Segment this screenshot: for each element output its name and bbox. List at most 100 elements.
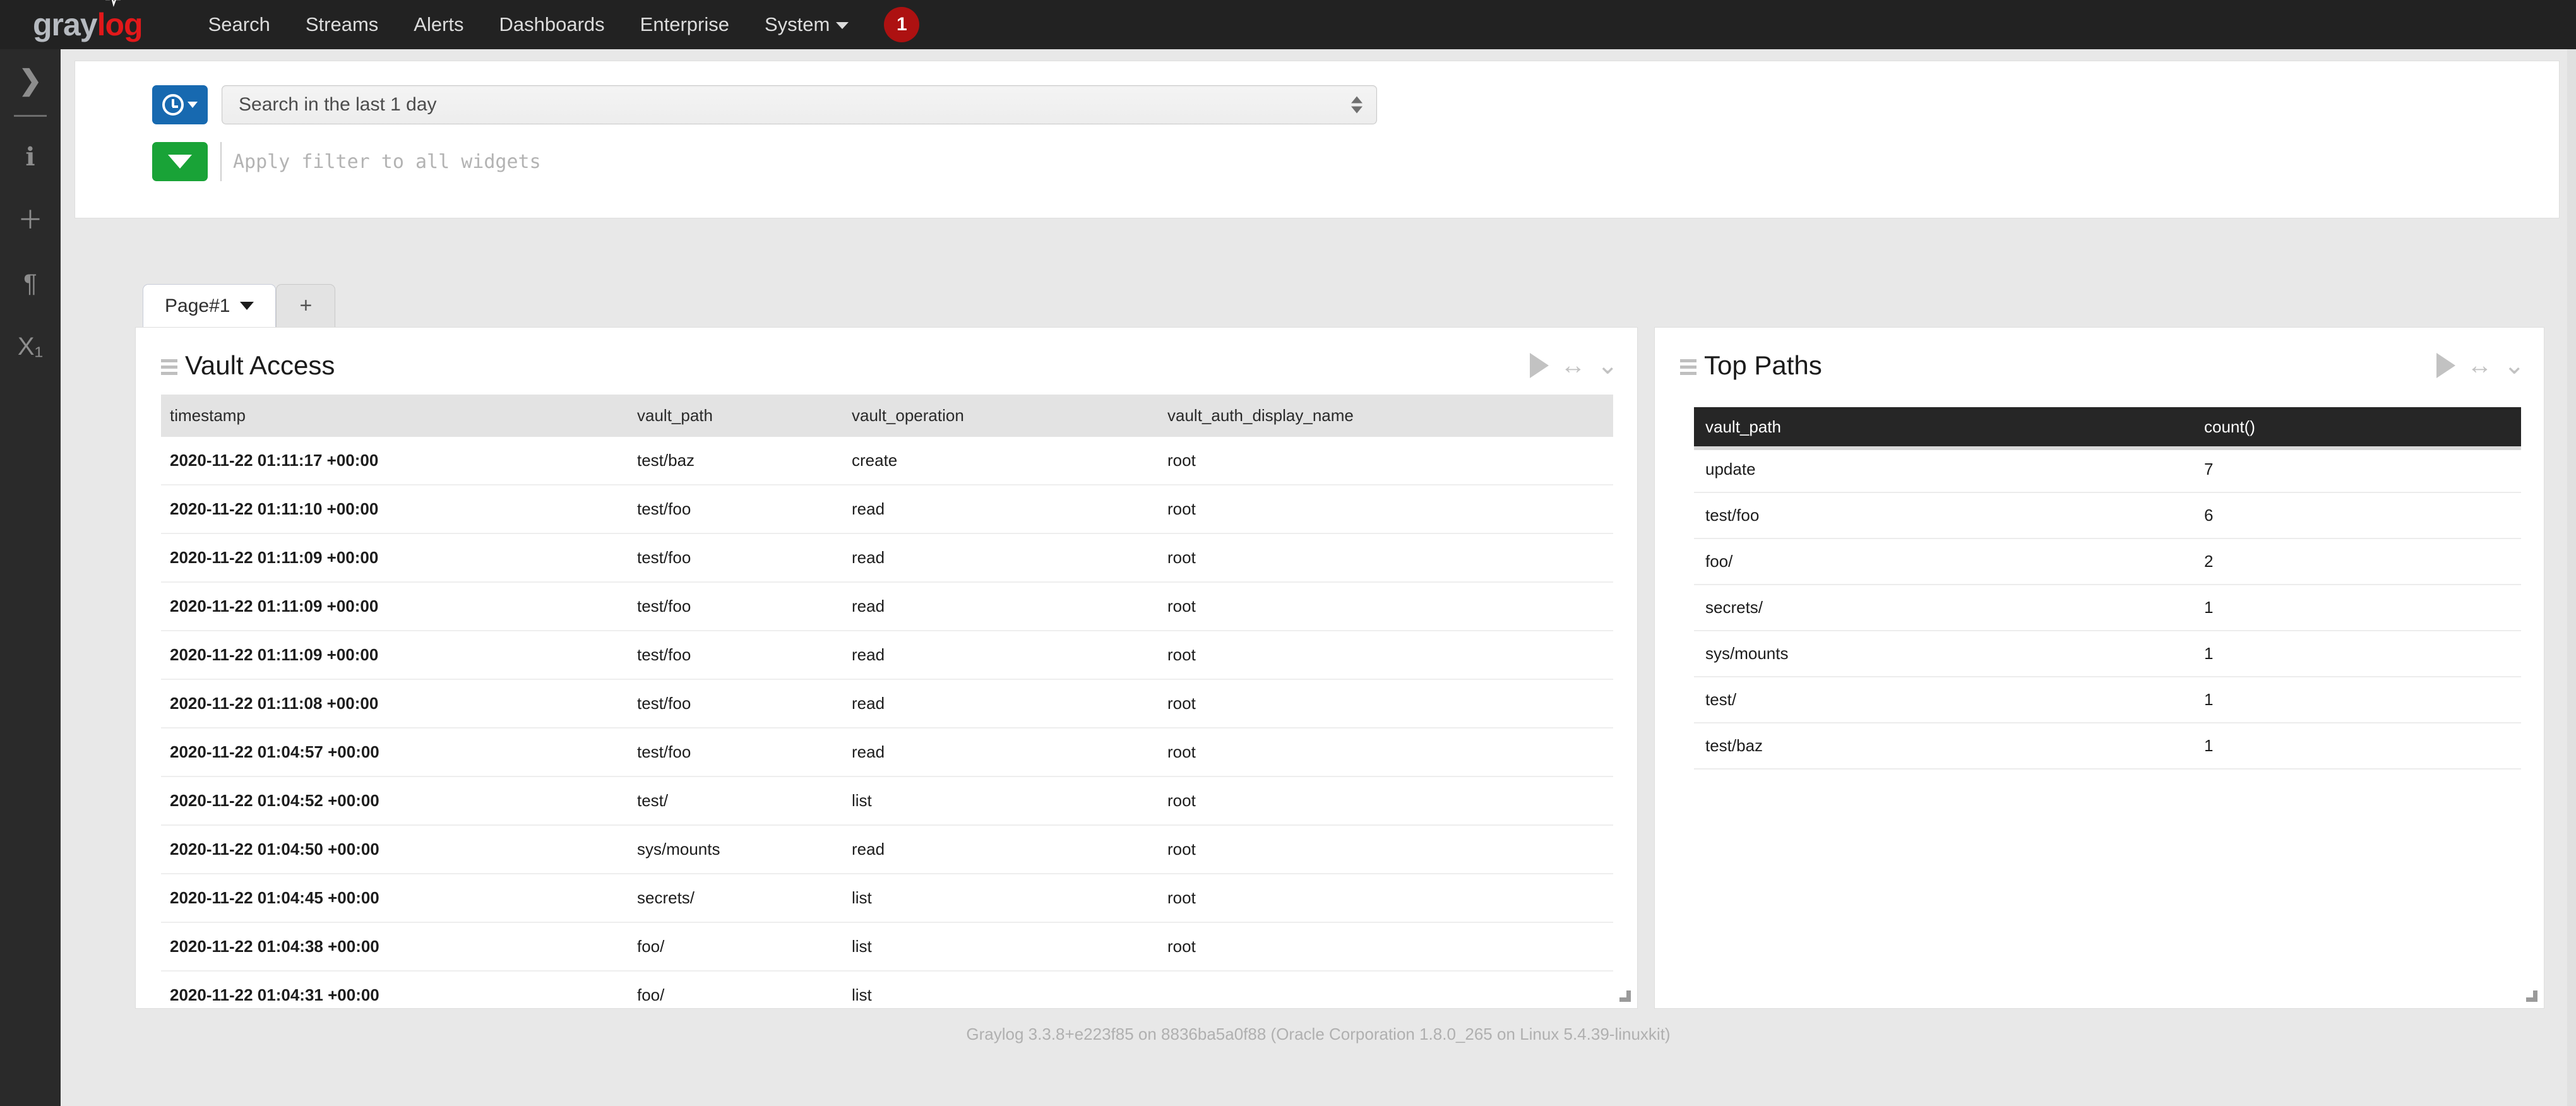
column-header-vault-auth[interactable]: vault_auth_display_name <box>1159 395 1613 437</box>
table-row[interactable]: test/baz1 <box>1694 723 2521 769</box>
table-row[interactable]: 2020-11-22 01:11:09 +00:00test/fooreadro… <box>161 631 1613 679</box>
table-cell: sys/mounts <box>1694 631 2193 677</box>
tab-page-1[interactable]: Page#1 <box>143 284 276 327</box>
table-header-underline <box>1694 446 2521 450</box>
table-row[interactable]: 2020-11-22 01:04:57 +00:00test/fooreadro… <box>161 728 1613 776</box>
spinner-up-icon[interactable] <box>1351 97 1363 104</box>
table-cell: 2 <box>2193 538 2521 585</box>
table-cell: 2020-11-22 01:11:08 +00:00 <box>161 679 628 728</box>
resize-horizontal-icon[interactable]: ↔ <box>2467 353 2492 378</box>
table-row[interactable]: 2020-11-22 01:11:09 +00:00test/fooreadro… <box>161 582 1613 631</box>
table-cell: test/foo <box>1694 492 2193 538</box>
table-cell: test/baz <box>1694 723 2193 769</box>
table-row[interactable]: secrets/1 <box>1694 585 2521 631</box>
table-cell: root <box>1159 437 1613 485</box>
table-cell: root <box>1159 533 1613 582</box>
drag-handle-icon[interactable] <box>1680 359 1696 375</box>
plus-icon[interactable]: ＋ <box>0 189 61 252</box>
tab-label: Page#1 <box>165 295 230 317</box>
table-cell: 2020-11-22 01:04:45 +00:00 <box>161 874 628 922</box>
table-row[interactable]: foo/2 <box>1694 538 2521 585</box>
time-range-input[interactable]: Search in the last 1 day <box>222 85 1377 124</box>
widget-resize-handle[interactable] <box>1617 988 1631 1002</box>
nav-item-alerts[interactable]: Alerts <box>396 13 481 36</box>
table-cell: list <box>843 776 1159 825</box>
table-cell: read <box>843 533 1159 582</box>
table-row[interactable]: 2020-11-22 01:04:45 +00:00secrets/listro… <box>161 874 1613 922</box>
stepper-icon[interactable] <box>1351 97 1363 114</box>
page-tabs: Page#1 + <box>143 284 335 327</box>
table-row[interactable]: 2020-11-22 01:11:17 +00:00test/bazcreate… <box>161 437 1613 485</box>
logo-text-log: log <box>97 6 143 43</box>
widget-title: Top Paths <box>1704 350 1822 381</box>
table-row[interactable]: update7 <box>1694 447 2521 492</box>
table-cell: read <box>843 631 1159 679</box>
table-cell: update <box>1694 447 2193 492</box>
filter-input[interactable]: Apply filter to all widgets <box>220 142 541 181</box>
table-row[interactable]: 2020-11-22 01:11:10 +00:00test/fooreadro… <box>161 485 1613 533</box>
widget-actions: ↔ ⌄ <box>2436 353 2525 378</box>
nav-item-system[interactable]: System <box>747 13 866 36</box>
time-range-button[interactable] <box>152 85 208 124</box>
top-paths-table-body: update7test/foo6foo/2secrets/1sys/mounts… <box>1694 447 2521 769</box>
nav-item-streams[interactable]: Streams <box>288 13 396 36</box>
play-icon[interactable] <box>2436 353 2455 378</box>
table-cell: read <box>843 582 1159 631</box>
footer-version: Graylog 3.3.8+e223f85 on 8836ba5a0f88 (O… <box>61 1025 2576 1044</box>
table-row[interactable]: 2020-11-22 01:04:38 +00:00foo/listroot <box>161 922 1613 971</box>
notification-badge[interactable]: 1 <box>884 7 919 42</box>
nav-item-search[interactable]: Search <box>191 13 288 36</box>
filter-row: Apply filter to all widgets <box>152 142 541 181</box>
widget-resize-handle[interactable] <box>2524 988 2537 1002</box>
table-row[interactable]: 2020-11-22 01:04:50 +00:00sys/mountsread… <box>161 825 1613 874</box>
page-body: Search in the last 1 day Apply filter to… <box>61 49 2576 1106</box>
column-header-vault-operation[interactable]: vault_operation <box>843 395 1159 437</box>
table-row[interactable]: 2020-11-22 01:11:08 +00:00test/fooreadro… <box>161 679 1613 728</box>
chevron-down-icon[interactable] <box>240 302 254 310</box>
widget-title: Vault Access <box>185 350 335 381</box>
graylog-logo[interactable]: gray log <box>33 6 143 43</box>
add-tab-button[interactable]: + <box>276 284 335 327</box>
table-cell: test/foo <box>628 485 843 533</box>
table-cell: read <box>843 728 1159 776</box>
column-header-vault-path[interactable]: vault_path <box>1694 407 2193 447</box>
filter-button[interactable] <box>152 142 208 181</box>
search-row: Search in the last 1 day <box>152 85 1377 124</box>
info-icon[interactable]: ℹ <box>0 126 61 189</box>
table-cell: root <box>1159 485 1613 533</box>
spinner-down-icon[interactable] <box>1351 107 1363 114</box>
drag-handle-icon[interactable] <box>161 359 177 375</box>
table-cell: 2020-11-22 01:11:09 +00:00 <box>161 631 628 679</box>
table-row[interactable]: test/foo6 <box>1694 492 2521 538</box>
table-cell: test/foo <box>628 679 843 728</box>
table-cell: 1 <box>2193 585 2521 631</box>
table-row[interactable]: 2020-11-22 01:04:52 +00:00test/listroot <box>161 776 1613 825</box>
nav-item-enterprise[interactable]: Enterprise <box>623 13 747 36</box>
table-cell: read <box>843 679 1159 728</box>
navbar-links: Search Streams Alerts Dashboards Enterpr… <box>191 13 867 36</box>
table-row[interactable]: sys/mounts1 <box>1694 631 2521 677</box>
pilcrow-icon[interactable]: ¶ <box>0 252 61 315</box>
column-header-vault-path[interactable]: vault_path <box>628 395 843 437</box>
table-cell: 7 <box>2193 447 2521 492</box>
table-row[interactable]: 2020-11-22 01:11:09 +00:00test/fooreadro… <box>161 533 1613 582</box>
expand-sidebar-icon[interactable]: ❯ <box>0 49 61 112</box>
table-cell: root <box>1159 776 1613 825</box>
search-card: Search in the last 1 day Apply filter to… <box>75 61 2560 218</box>
chevron-down-icon[interactable]: ⌄ <box>1597 353 1618 378</box>
table-cell: test/foo <box>628 728 843 776</box>
table-cell: create <box>843 437 1159 485</box>
table-row[interactable]: 2020-11-22 01:04:31 +00:00foo/list <box>161 971 1613 1009</box>
play-icon[interactable] <box>1530 353 1549 378</box>
fields-icon[interactable]: X₁ <box>0 315 61 378</box>
table-cell <box>1159 971 1613 1009</box>
column-header-timestamp[interactable]: timestamp <box>161 395 628 437</box>
chevron-down-icon[interactable]: ⌄ <box>2503 353 2525 378</box>
table-cell: list <box>843 922 1159 971</box>
nav-item-dashboards[interactable]: Dashboards <box>482 13 623 36</box>
column-header-count[interactable]: count() <box>2193 407 2521 447</box>
table-row[interactable]: test/1 <box>1694 677 2521 723</box>
resize-horizontal-icon[interactable]: ↔ <box>1560 353 1585 378</box>
table-cell: 1 <box>2193 723 2521 769</box>
page-scrollbar[interactable] <box>2567 49 2576 1106</box>
